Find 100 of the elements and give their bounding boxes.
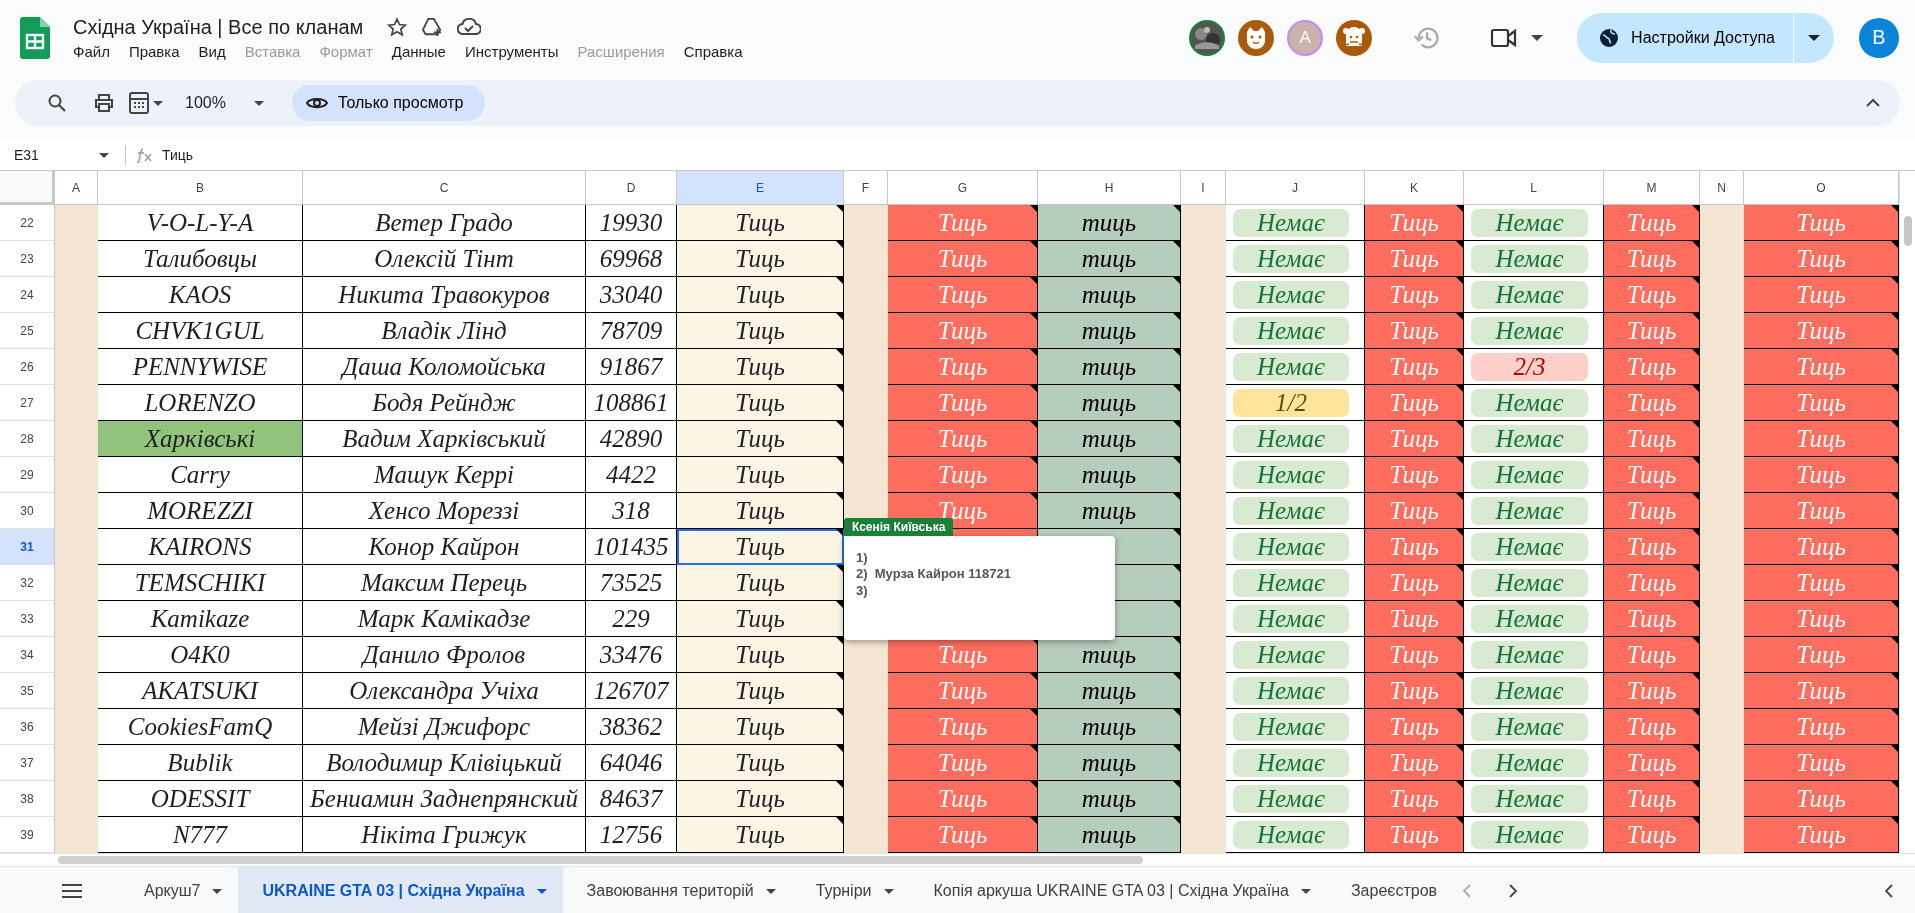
column-header[interactable]: O — [1744, 171, 1899, 205]
table-cell: Тиць — [1744, 709, 1899, 745]
menu-item[interactable]: Инструменты — [464, 42, 559, 60]
status-chip: Немає — [1471, 784, 1588, 813]
sheet-tab[interactable]: Копія аркуша UKRAINE GTA 03 | Східна Україна — [909, 867, 1327, 913]
sheet-tab[interactable]: Турніри — [791, 867, 910, 913]
sheet-tab[interactable]: UKRAINE GTA 03 | Східна Україна — [238, 867, 563, 913]
table-cell: Тиць — [1604, 385, 1700, 421]
row-header[interactable]: 26 — [0, 349, 55, 385]
column-header[interactable]: D — [586, 171, 677, 205]
table-cell: O4K0 — [98, 637, 303, 673]
table-cell: 4422 — [586, 457, 677, 493]
table-cell: Тиць — [1604, 709, 1700, 745]
column-header[interactable]: F — [844, 171, 888, 205]
row-header[interactable]: 36 — [0, 709, 55, 745]
table-cell: Тиць — [1365, 781, 1464, 817]
table-cell: KAOS — [98, 277, 303, 313]
status-chip: Немає — [1233, 640, 1349, 669]
table-cell: Тиць — [1604, 565, 1700, 601]
row-header[interactable]: 28 — [0, 421, 55, 457]
table-cell: тиць — [1038, 349, 1181, 385]
column-header[interactable]: E — [677, 171, 844, 205]
document-title[interactable]: Східна Україна | Все по кланам — [73, 15, 364, 39]
table-cell: Bublik — [98, 745, 303, 781]
status-chip: Немає — [1471, 568, 1588, 597]
row-header[interactable]: 35 — [0, 673, 55, 709]
column-header[interactable]: L — [1464, 171, 1604, 205]
row-header[interactable]: 27 — [0, 385, 55, 421]
status-chip: Немає — [1471, 316, 1588, 345]
table-cell: Тиць — [888, 313, 1038, 349]
status-chip: Немає — [1233, 712, 1349, 741]
view-only-button[interactable]: Только просмотр — [291, 85, 486, 121]
row-header[interactable]: 34 — [0, 637, 55, 673]
status-chip: Немає — [1471, 640, 1588, 669]
row-header[interactable]: 25 — [0, 313, 55, 349]
status-chip: Немає — [1471, 244, 1588, 273]
column-header[interactable]: C — [303, 171, 586, 205]
table-cell: Тиць — [1744, 781, 1899, 817]
status-chip: Немає — [1471, 604, 1588, 633]
sheet-tab[interactable]: Зареєстров — [1326, 867, 1454, 913]
table-cell: Тиць — [1604, 349, 1700, 385]
row-header[interactable]: 38 — [0, 781, 55, 817]
column-header[interactable]: G — [888, 171, 1038, 205]
table-cell: тиць — [1038, 205, 1181, 241]
status-chip: Немає — [1233, 532, 1349, 561]
menu-item[interactable]: Вид — [198, 42, 226, 60]
table-cell: Олексій Тінт — [303, 241, 586, 277]
table-cell: Тиць — [1365, 277, 1464, 313]
status-chip: Немає — [1471, 460, 1588, 489]
column-header[interactable]: B — [98, 171, 303, 205]
table-cell: Талибовцы — [98, 241, 303, 277]
row-header[interactable]: 39 — [0, 817, 55, 853]
table-cell: Конор Кайрон — [303, 529, 586, 565]
table-cell: CHVK1GUL — [98, 313, 303, 349]
column-header[interactable]: I — [1181, 171, 1226, 205]
status-chip: Немає — [1471, 748, 1588, 777]
menu-item[interactable]: Правка — [128, 42, 180, 60]
menu-item[interactable]: Справка — [683, 42, 743, 60]
table-cell: Вадим Харківський — [303, 421, 586, 457]
row-header[interactable]: 32 — [0, 565, 55, 601]
table-cell: Тиць — [677, 529, 844, 565]
menu-item[interactable]: Файл — [73, 42, 110, 60]
status-chip: 1/2 — [1233, 388, 1349, 417]
column-header[interactable]: A — [55, 171, 98, 205]
table-cell: LORENZO — [98, 385, 303, 421]
table-cell: Тиць — [888, 205, 1038, 241]
table-cell: Тиць — [1365, 601, 1464, 637]
sheet-tab[interactable]: Завоювання територій — [562, 867, 792, 913]
status-chip: Немає — [1233, 604, 1349, 633]
table-cell: Тиць — [1365, 349, 1464, 385]
share-button[interactable]: Настройки Доступа — [1577, 12, 1834, 63]
column-header[interactable]: N — [1700, 171, 1744, 205]
row-header[interactable]: 30 — [0, 493, 55, 529]
status-chip: Немає — [1233, 208, 1349, 237]
table-cell: Тиць — [677, 709, 844, 745]
column-header[interactable]: J — [1226, 171, 1365, 205]
row-header[interactable]: 22 — [0, 205, 55, 241]
comment-field[interactable]: 1) 2) Мурза Кайрон 118721 3) — [844, 536, 1115, 640]
row-header[interactable]: 33 — [0, 601, 55, 637]
status-chip: Немає — [1233, 568, 1349, 597]
table-cell: Тиць — [1365, 493, 1464, 529]
zoom-dropdown[interactable]: 100% — [185, 94, 264, 112]
row-header[interactable]: 23 — [0, 241, 55, 277]
table-cell: Тиць — [888, 817, 1038, 853]
table-cell: Тиць — [888, 385, 1038, 421]
name-box[interactable]: E31 — [0, 147, 119, 163]
account-avatar[interactable]: B — [1859, 17, 1899, 58]
column-header[interactable]: K — [1365, 171, 1464, 205]
row-header[interactable]: 31 — [0, 529, 55, 565]
row-header[interactable]: 37 — [0, 745, 55, 781]
column-header[interactable]: M — [1604, 171, 1700, 205]
table-cell: тиць — [1038, 745, 1181, 781]
menu-item[interactable]: Данные — [391, 42, 446, 60]
table-cell: Машук Керрі — [303, 457, 586, 493]
row-header[interactable]: 29 — [0, 457, 55, 493]
formula-field[interactable]: Тиць — [162, 147, 194, 163]
row-header[interactable]: 24 — [0, 277, 55, 313]
table-cell: тиць — [1038, 817, 1181, 853]
column-header[interactable]: H — [1038, 171, 1181, 205]
sheet-tab[interactable]: Аркуш7 — [120, 867, 239, 913]
